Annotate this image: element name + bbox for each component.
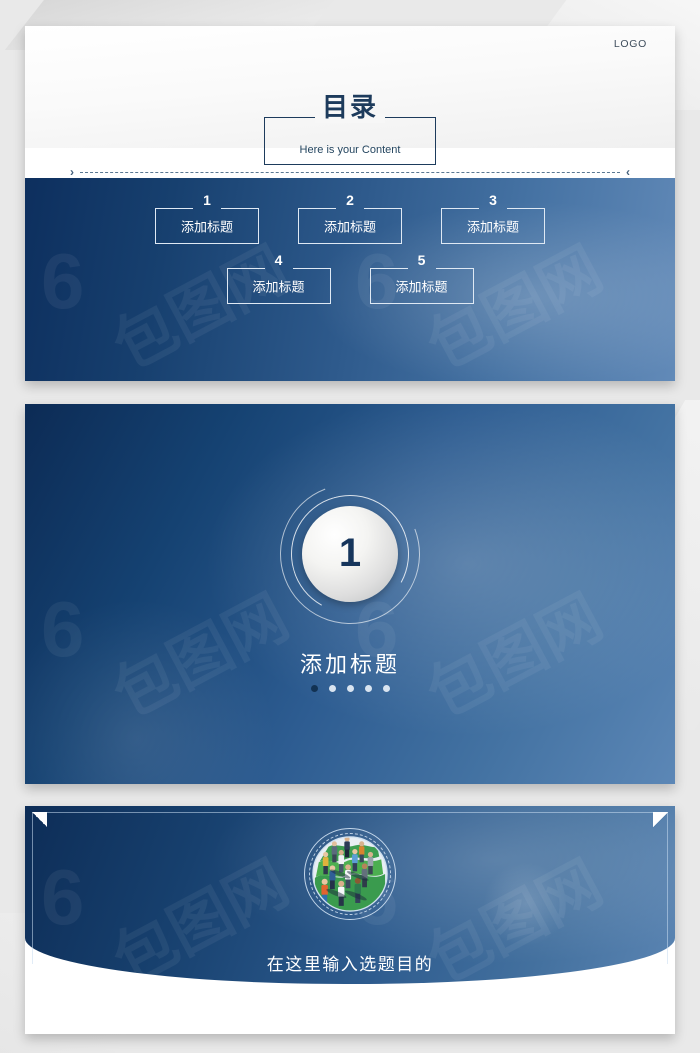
toc-item-number: 3 <box>489 192 497 208</box>
toc-item-1[interactable]: 1 添加标题 <box>155 193 259 244</box>
corner-triangle-top-right <box>653 812 668 827</box>
toc-item-label: 添加标题 <box>466 219 519 235</box>
globe-people-icon <box>304 828 396 920</box>
corner-triangle-top-left <box>32 812 47 827</box>
globe-illustration <box>312 836 388 912</box>
toc-item-number: 4 <box>274 252 283 268</box>
toc-item-3[interactable]: 3 添加标题 <box>441 193 545 244</box>
chevron-left-icon: ‹ <box>626 165 630 179</box>
dotted-divider-line <box>80 171 620 173</box>
toc-row: 4 添加标题 5 添加标题 <box>25 253 675 304</box>
pagination-dot-4[interactable] <box>364 685 372 692</box>
sphere-shape: 1 <box>302 506 398 602</box>
toc-item-2[interactable]: 2 添加标题 <box>298 193 402 244</box>
topic-purpose-title: 在这里输入选题目的 <box>266 955 434 974</box>
slide-topic-purpose[interactable]: 6 包图网 6 包图网 <box>25 806 675 1034</box>
toc-item-label: 添加标题 <box>395 279 448 295</box>
toc-frame-top-left <box>155 208 193 209</box>
section-title: 添加标题 <box>299 652 400 677</box>
toc-item-number: 5 <box>417 252 426 268</box>
toc-frame-top-right <box>292 268 331 269</box>
page-title: 目录 <box>321 92 378 122</box>
title-box-frame <box>264 117 436 165</box>
pagination-dots[interactable] <box>25 685 675 692</box>
toc-frame-top-left <box>226 268 265 269</box>
toc-frame-top-left <box>298 208 336 209</box>
toc-frame-top-left <box>441 208 479 209</box>
toc-frame-top-right <box>507 208 545 209</box>
pagination-dot-2[interactable] <box>328 685 336 692</box>
toc-item-number: 2 <box>346 192 354 208</box>
chevron-right-icon: › <box>70 165 74 179</box>
page-subtitle: Here is your Content <box>299 144 401 156</box>
slide1-content-panel: 6 包图网 6 包图网 1 添加标题 2 添加标题 3 添加标题 4 添加标题 … <box>25 178 675 381</box>
toc-item-label: 添加标题 <box>323 219 376 235</box>
toc-list: 1 添加标题 2 添加标题 3 添加标题 4 添加标题 5 添加标题 <box>25 193 675 304</box>
section-number: 1 <box>338 531 362 575</box>
section-number-badge: 1 <box>257 461 443 647</box>
toc-frame-top-right <box>435 268 474 269</box>
toc-item-4[interactable]: 4 添加标题 <box>226 253 331 304</box>
divider: › ‹ <box>70 165 630 179</box>
toc-item-label: 添加标题 <box>180 219 233 235</box>
toc-item-number: 1 <box>203 192 211 208</box>
pagination-dot-1[interactable] <box>310 685 318 692</box>
toc-row: 1 添加标题 2 添加标题 3 添加标题 <box>25 193 675 244</box>
pagination-dot-5[interactable] <box>382 685 390 692</box>
toc-frame-top-right <box>364 208 402 209</box>
toc-item-label: 添加标题 <box>252 279 305 295</box>
toc-item-5[interactable]: 5 添加标题 <box>369 253 474 304</box>
toc-frame-top-right <box>221 208 259 209</box>
pagination-dot-3[interactable] <box>346 685 354 692</box>
logo-placeholder: LOGO <box>613 38 647 50</box>
slide-table-of-contents[interactable]: LOGO 目录 Here is your Content › ‹ 6 包图网 6… <box>25 26 675 381</box>
slide-section-divider[interactable]: 6 包图网 6 包图网 1 添加标题 <box>25 404 675 784</box>
page-title-box: 目录 Here is your Content <box>264 94 436 165</box>
toc-frame-top-left <box>369 268 408 269</box>
